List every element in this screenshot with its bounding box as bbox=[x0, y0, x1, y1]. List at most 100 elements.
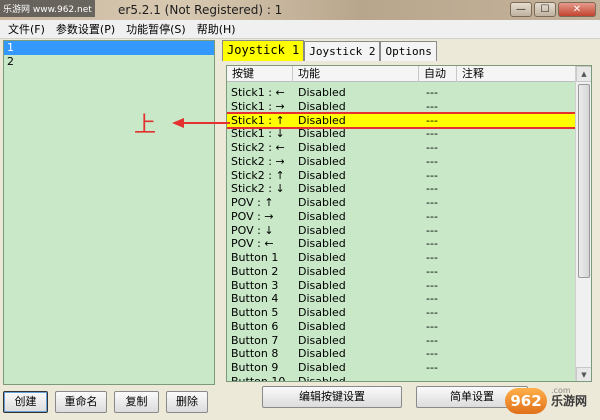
row-auto-cell: --- bbox=[426, 251, 438, 264]
row-key-cell: Stick1 : ↑ bbox=[231, 113, 285, 127]
table-row[interactable]: Button 8 Disabled --- bbox=[227, 347, 576, 361]
table-row[interactable]: Button 5 Disabled --- bbox=[227, 306, 576, 320]
row-function-cell: Disabled bbox=[298, 182, 346, 196]
row-auto-cell: --- bbox=[426, 141, 438, 154]
annotation-label: 上 bbox=[134, 113, 157, 138]
menu-settings[interactable]: 参数设置(P) bbox=[56, 21, 115, 37]
minimize-button[interactable]: — bbox=[510, 2, 532, 17]
column-header-auto[interactable]: 自动 bbox=[419, 66, 457, 82]
row-function-cell: Disabled bbox=[298, 223, 346, 237]
row-auto-cell: --- bbox=[426, 374, 438, 382]
tab-strip: Joystick 1 Joystick 2 Options bbox=[222, 40, 437, 61]
row-function-cell: Disabled bbox=[298, 251, 346, 264]
row-function-cell: Disabled bbox=[298, 99, 346, 113]
watermark-logo-badge: 962 bbox=[505, 388, 547, 414]
table-row[interactable]: Button 1 Disabled --- bbox=[227, 251, 576, 265]
table-row[interactable]: Button 9 Disabled --- bbox=[227, 361, 576, 375]
row-key-cell: Button 10 bbox=[231, 374, 286, 382]
row-function-cell: Disabled bbox=[298, 237, 346, 251]
row-auto-cell: --- bbox=[426, 306, 438, 319]
title-bar[interactable]: er5.2.1 (Not Registered) : 1 乐游网 www.962… bbox=[0, 0, 600, 20]
row-key-cell: Stick2 : ← bbox=[231, 141, 285, 154]
row-auto-cell: --- bbox=[426, 113, 438, 127]
row-function-cell: Disabled bbox=[298, 127, 346, 141]
row-key-cell: Button 3 bbox=[231, 278, 279, 292]
table-header: 按键 功能 自动 注释 bbox=[227, 66, 576, 82]
table-row[interactable]: Button 4 Disabled --- bbox=[227, 292, 576, 306]
row-function-cell: Disabled bbox=[298, 319, 346, 333]
row-function-cell: Disabled bbox=[298, 196, 346, 209]
table-row[interactable]: Stick2 : ↓ Disabled --- bbox=[227, 182, 576, 196]
table-row[interactable]: Button 3 Disabled --- bbox=[227, 279, 576, 293]
menu-help[interactable]: 帮助(H) bbox=[197, 21, 236, 37]
table-row[interactable]: Stick2 : ↑ Disabled --- bbox=[227, 169, 576, 183]
row-auto-cell: --- bbox=[426, 347, 438, 361]
table-row[interactable]: Button 6 Disabled --- bbox=[227, 320, 576, 334]
scroll-up-icon[interactable]: ▲ bbox=[576, 66, 591, 82]
window-controls: — ☐ ✕ bbox=[510, 2, 596, 17]
row-key-cell: Button 2 bbox=[231, 264, 279, 278]
profile-item-2[interactable]: 2 bbox=[4, 55, 214, 69]
row-key-cell: Button 9 bbox=[231, 361, 279, 374]
row-function-cell: Disabled bbox=[298, 154, 346, 168]
row-key-cell: Stick2 : ↑ bbox=[231, 168, 285, 182]
delete-button[interactable]: 删除 bbox=[166, 391, 208, 413]
row-function-cell: Disabled bbox=[298, 333, 346, 347]
table-row[interactable]: Stick1 : ← Disabled --- bbox=[227, 86, 576, 100]
table-row[interactable]: Button 10 Disabled --- bbox=[227, 374, 576, 382]
close-button[interactable]: ✕ bbox=[558, 2, 596, 17]
row-key-cell: Button 7 bbox=[231, 333, 279, 347]
row-auto-cell: --- bbox=[426, 168, 438, 182]
table-body: Stick1 : ← Disabled --- Stick1 : → Disabled -… bbox=[227, 86, 578, 382]
copy-button[interactable]: 复制 bbox=[114, 391, 159, 413]
row-auto-cell: --- bbox=[426, 333, 438, 347]
row-key-cell: Button 5 bbox=[231, 306, 279, 319]
row-auto-cell: --- bbox=[426, 127, 438, 141]
profile-item-1[interactable]: 1 bbox=[4, 41, 214, 55]
column-header-note[interactable]: 注释 bbox=[457, 66, 576, 82]
row-auto-cell: --- bbox=[426, 237, 438, 251]
maximize-button[interactable]: ☐ bbox=[534, 2, 556, 17]
watermark-site-name: 乐游网 bbox=[551, 394, 588, 408]
edit-key-settings-button[interactable]: 编辑按键设置 bbox=[262, 386, 402, 408]
mapping-buttons: 编辑按键设置 简单设置 bbox=[262, 386, 528, 408]
row-auto-cell: --- bbox=[426, 361, 438, 374]
table-row[interactable]: Button 7 Disabled --- bbox=[227, 334, 576, 348]
table-row-highlighted[interactable]: Stick1 : ↑ Disabled --- bbox=[227, 111, 578, 130]
table-row[interactable]: POV : → Disabled --- bbox=[227, 210, 576, 224]
scroll-thumb[interactable] bbox=[578, 84, 590, 278]
row-key-cell: Button 1 bbox=[231, 251, 279, 264]
rename-button[interactable]: 重命名 bbox=[55, 391, 107, 413]
create-button[interactable]: 创建 bbox=[3, 391, 48, 413]
tab-joystick-2[interactable]: Joystick 2 bbox=[304, 41, 381, 61]
column-header-function[interactable]: 功能 bbox=[293, 66, 419, 82]
tab-joystick-1[interactable]: Joystick 1 bbox=[222, 40, 305, 61]
table-row[interactable]: Stick2 : ← Disabled --- bbox=[227, 141, 576, 155]
table-row[interactable]: POV : ← Disabled --- bbox=[227, 237, 576, 251]
row-auto-cell: --- bbox=[426, 209, 438, 223]
row-key-cell: POV : → bbox=[231, 209, 274, 223]
vertical-scrollbar[interactable]: ▲ ▼ bbox=[575, 66, 591, 381]
table-row[interactable]: Stick1 : → Disabled --- bbox=[227, 100, 576, 114]
row-auto-cell: --- bbox=[426, 264, 438, 278]
table-row[interactable]: Button 2 Disabled --- bbox=[227, 265, 576, 279]
row-key-cell: POV : ↓ bbox=[231, 223, 274, 237]
table-row[interactable]: POV : ↓ Disabled --- bbox=[227, 224, 576, 238]
row-function-cell: Disabled bbox=[298, 306, 346, 319]
row-auto-cell: --- bbox=[426, 292, 438, 306]
row-key-cell: Stick1 : → bbox=[231, 99, 285, 113]
tab-options[interactable]: Options bbox=[380, 41, 437, 61]
profile-list[interactable]: 1 2 bbox=[3, 40, 215, 385]
table-row[interactable]: POV : ↑ Disabled --- bbox=[227, 196, 576, 210]
row-function-cell: Disabled bbox=[298, 113, 346, 127]
table-row[interactable]: Stick1 : ↓ Disabled --- bbox=[227, 127, 576, 141]
scroll-down-icon[interactable]: ▼ bbox=[576, 367, 591, 381]
menu-file[interactable]: 文件(F) bbox=[8, 21, 45, 37]
menu-bar: 文件(F) 参数设置(P) 功能暂停(S) 帮助(H) bbox=[0, 20, 600, 39]
column-header-key[interactable]: 按键 bbox=[227, 66, 293, 82]
menu-pause[interactable]: 功能暂停(S) bbox=[126, 21, 186, 37]
row-function-cell: Disabled bbox=[298, 292, 346, 306]
mapping-table[interactable]: 按键 功能 自动 注释 Stick1 : ← Disabled --- Stick1 … bbox=[226, 65, 592, 382]
app-window: er5.2.1 (Not Registered) : 1 乐游网 www.962… bbox=[0, 0, 600, 420]
table-row[interactable]: Stick2 : → Disabled --- bbox=[227, 155, 576, 169]
